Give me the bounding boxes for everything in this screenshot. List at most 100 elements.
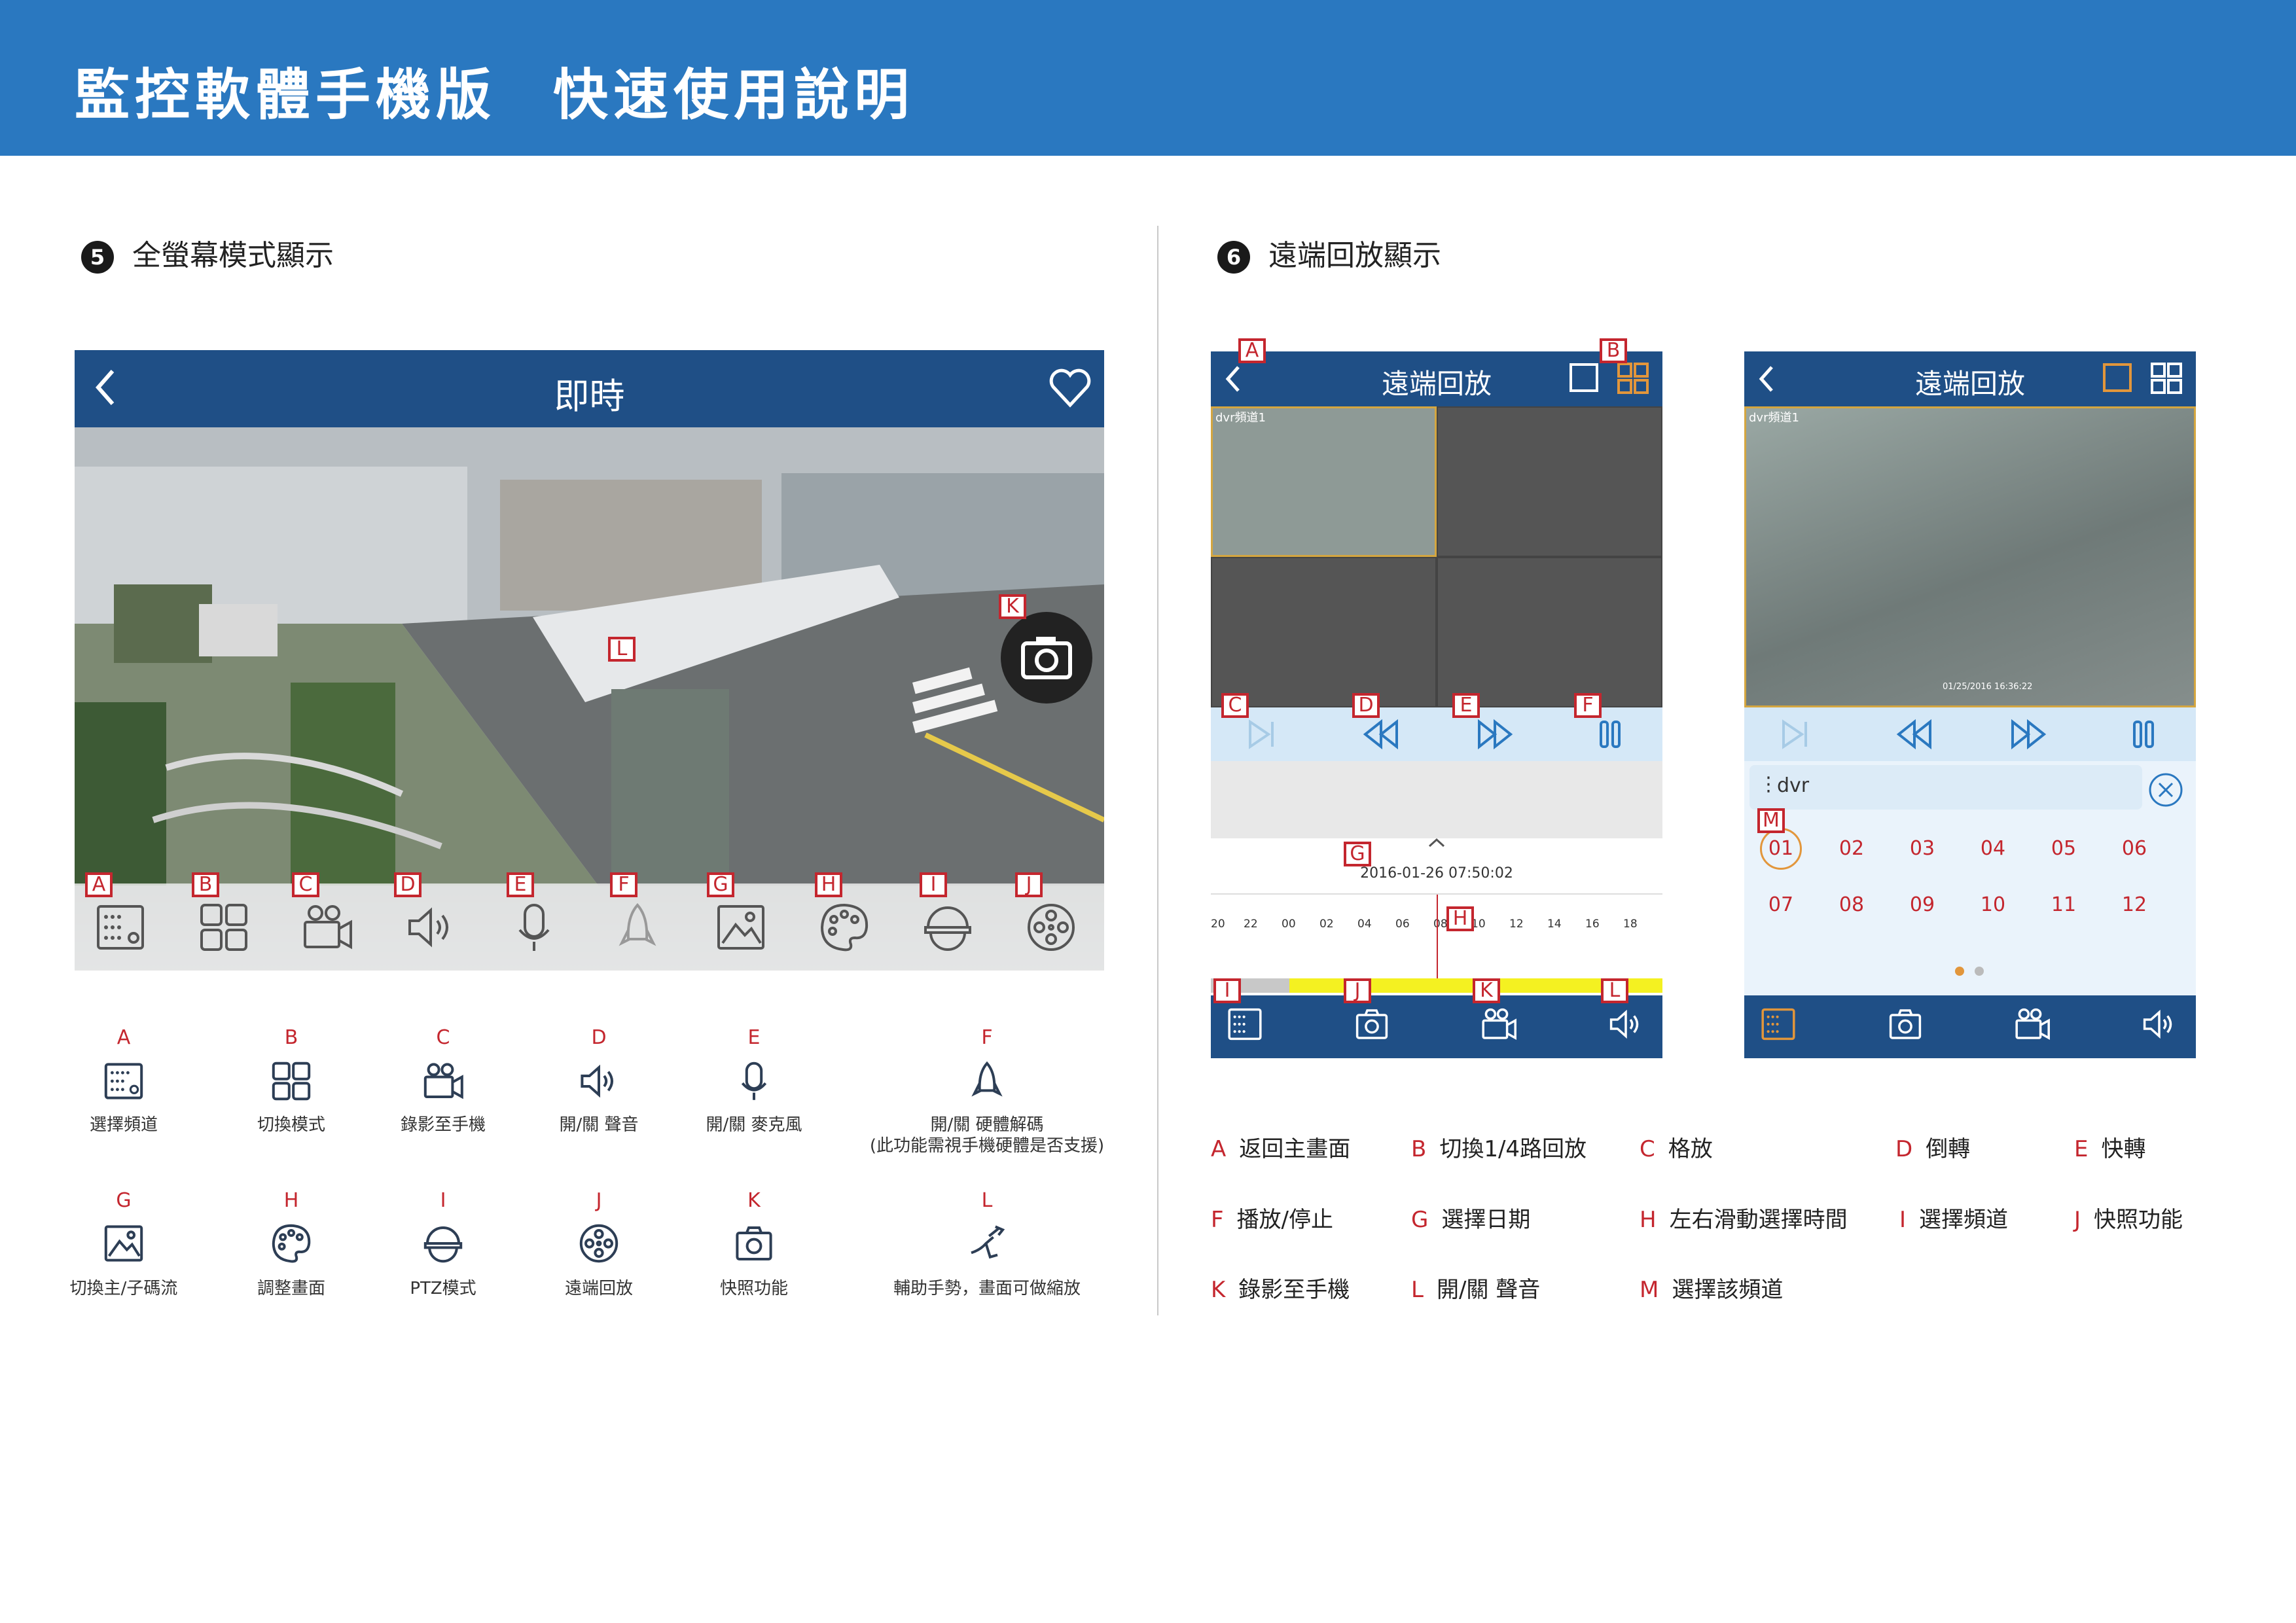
channel-button[interactable]: 08 <box>1825 893 1878 916</box>
legend6-text: 左右滑動選擇時間 <box>1669 1207 1848 1233</box>
page-dot-active[interactable] <box>1955 967 1964 976</box>
camera-icon[interactable] <box>1354 1006 1390 1043</box>
playback-cell-4[interactable] <box>1437 557 1662 707</box>
gesture-icon <box>966 1222 1008 1264</box>
favorite-heart-icon[interactable] <box>1047 365 1094 412</box>
tick-label: 06 <box>1395 918 1410 931</box>
tick-label: 20 <box>1211 918 1225 931</box>
step-frame-icon[interactable] <box>1778 718 1811 751</box>
page-dot[interactable] <box>1975 967 1984 976</box>
marker-b: B <box>1600 338 1627 363</box>
image-icon[interactable] <box>715 901 767 954</box>
playback-single-view[interactable]: dvr頻道1 01/25/2016 16:36:22 <box>1744 406 2196 707</box>
palette-icon <box>270 1222 312 1264</box>
marker-c: C <box>292 872 319 897</box>
tick-label: 08 <box>1433 918 1448 931</box>
cell-channel-label: dvr頻道1 <box>1215 411 1266 425</box>
overlay-timestamp: 01/25/2016 16:36:22 <box>1943 682 2033 692</box>
legend6-letter: H <box>1640 1207 1657 1233</box>
quad-view-icon[interactable] <box>2150 362 2183 395</box>
fast-forward-icon[interactable] <box>1475 718 1515 751</box>
pause-icon[interactable] <box>1597 718 1623 751</box>
step-frame-icon[interactable] <box>1245 718 1278 751</box>
marker-l: L <box>608 637 636 662</box>
legend6-letter: K <box>1211 1277 1226 1303</box>
speaker-icon[interactable] <box>404 901 457 954</box>
chevron-up-icon[interactable] <box>1427 836 1446 849</box>
quad-view-icon[interactable] <box>1617 362 1649 395</box>
playback-cell-3[interactable] <box>1211 557 1437 707</box>
legend5-text-l: 輔助手勢，畫面可做縮放 <box>893 1279 1081 1298</box>
microphone-icon[interactable] <box>508 901 560 954</box>
playback-bottom-bar <box>1744 995 2196 1058</box>
playback-controls <box>1744 707 2196 761</box>
legend6-item-e: E 快轉 <box>2074 1131 2145 1163</box>
channel-button[interactable]: 04 <box>1967 837 2019 860</box>
channel-button[interactable]: 03 <box>1896 837 1948 860</box>
legend6-item-l: L 開/關 聲音 <box>1411 1272 1540 1304</box>
channel-button[interactable]: 12 <box>2108 893 2161 916</box>
legend6-text: 播放/停止 <box>1236 1207 1334 1233</box>
cell-channel-label: dvr頻道1 <box>1749 411 1799 425</box>
channel-button[interactable]: 06 <box>2108 837 2161 860</box>
marker-k: K <box>1473 978 1500 1003</box>
channel-button[interactable]: 05 <box>2037 837 2090 860</box>
image-icon <box>103 1222 145 1264</box>
pause-icon[interactable] <box>2130 718 2157 751</box>
legend6-letter: I <box>1899 1207 1907 1233</box>
palette-icon[interactable] <box>818 901 870 954</box>
snapshot-button[interactable] <box>1001 612 1092 704</box>
playback-cell-1[interactable]: dvr頻道1 <box>1211 406 1437 557</box>
marker-m: M <box>1757 808 1785 833</box>
legend6-text: 格放 <box>1668 1136 1713 1162</box>
video-camera-icon[interactable] <box>301 901 353 954</box>
marker-d: D <box>1352 693 1380 718</box>
legend5-letter-j: J <box>596 1189 602 1212</box>
marker-f: F <box>1574 693 1602 718</box>
channel-list-icon[interactable] <box>1760 1006 1797 1043</box>
channel-button[interactable]: 11 <box>2037 893 2090 916</box>
microphone-icon <box>733 1060 775 1102</box>
channel-button[interactable]: 10 <box>1967 893 2019 916</box>
marker-k: K <box>999 594 1026 619</box>
grid-icon[interactable] <box>198 901 250 954</box>
camera-icon[interactable] <box>1887 1006 1924 1043</box>
camera-icon <box>1021 637 1072 679</box>
channel-button[interactable]: 09 <box>1896 893 1948 916</box>
speaker-icon[interactable] <box>2141 1006 2178 1043</box>
playback-date[interactable]: 2016-01-26 07:50:02 <box>1211 865 1662 882</box>
rewind-icon[interactable] <box>1895 718 1934 751</box>
channel-list-icon[interactable] <box>1227 1006 1263 1043</box>
single-view-icon[interactable] <box>1568 362 1600 393</box>
section-5-title: 5 全螢幕模式顯示 <box>81 232 334 274</box>
channel-button[interactable]: 01 <box>1755 837 1807 860</box>
video-camera-icon[interactable] <box>1480 1006 1517 1043</box>
legend6-item-i: I 選擇頻道 <box>1899 1202 2008 1234</box>
channel-button[interactable]: 02 <box>1825 837 1878 860</box>
single-view-icon[interactable] <box>2102 362 2133 393</box>
rocket-icon[interactable] <box>611 901 664 954</box>
rewind-icon[interactable] <box>1361 718 1401 751</box>
legend5-letter-c: C <box>436 1026 450 1049</box>
grid-icon <box>270 1060 312 1102</box>
video-camera-icon[interactable] <box>2014 1006 2051 1043</box>
marker-j: J <box>1015 872 1043 897</box>
film-reel-icon[interactable] <box>1025 901 1077 954</box>
legend6-letter: G <box>1411 1207 1429 1233</box>
ptz-dome-icon[interactable] <box>922 901 974 954</box>
close-circle-icon[interactable] <box>2147 772 2184 808</box>
video-camera-icon <box>422 1060 464 1102</box>
playback-cell-2[interactable] <box>1437 406 1662 557</box>
device-selector[interactable]: ⋮ dvr <box>1749 765 2142 810</box>
channel-list-icon[interactable] <box>94 901 147 954</box>
playback-bottom-bar <box>1211 995 1662 1058</box>
fast-forward-icon[interactable] <box>2009 718 2048 751</box>
legend6-text: 倒轉 <box>1926 1136 1971 1162</box>
legend6-item-k: K 錄影至手機 <box>1211 1272 1350 1304</box>
marker-i: I <box>920 872 947 897</box>
legend6-letter: F <box>1211 1207 1224 1233</box>
marker-c: C <box>1221 693 1249 718</box>
channel-button[interactable]: 07 <box>1755 893 1807 916</box>
speaker-icon[interactable] <box>1607 1006 1644 1043</box>
more-vertical-icon: ⋮ <box>1759 773 1778 796</box>
